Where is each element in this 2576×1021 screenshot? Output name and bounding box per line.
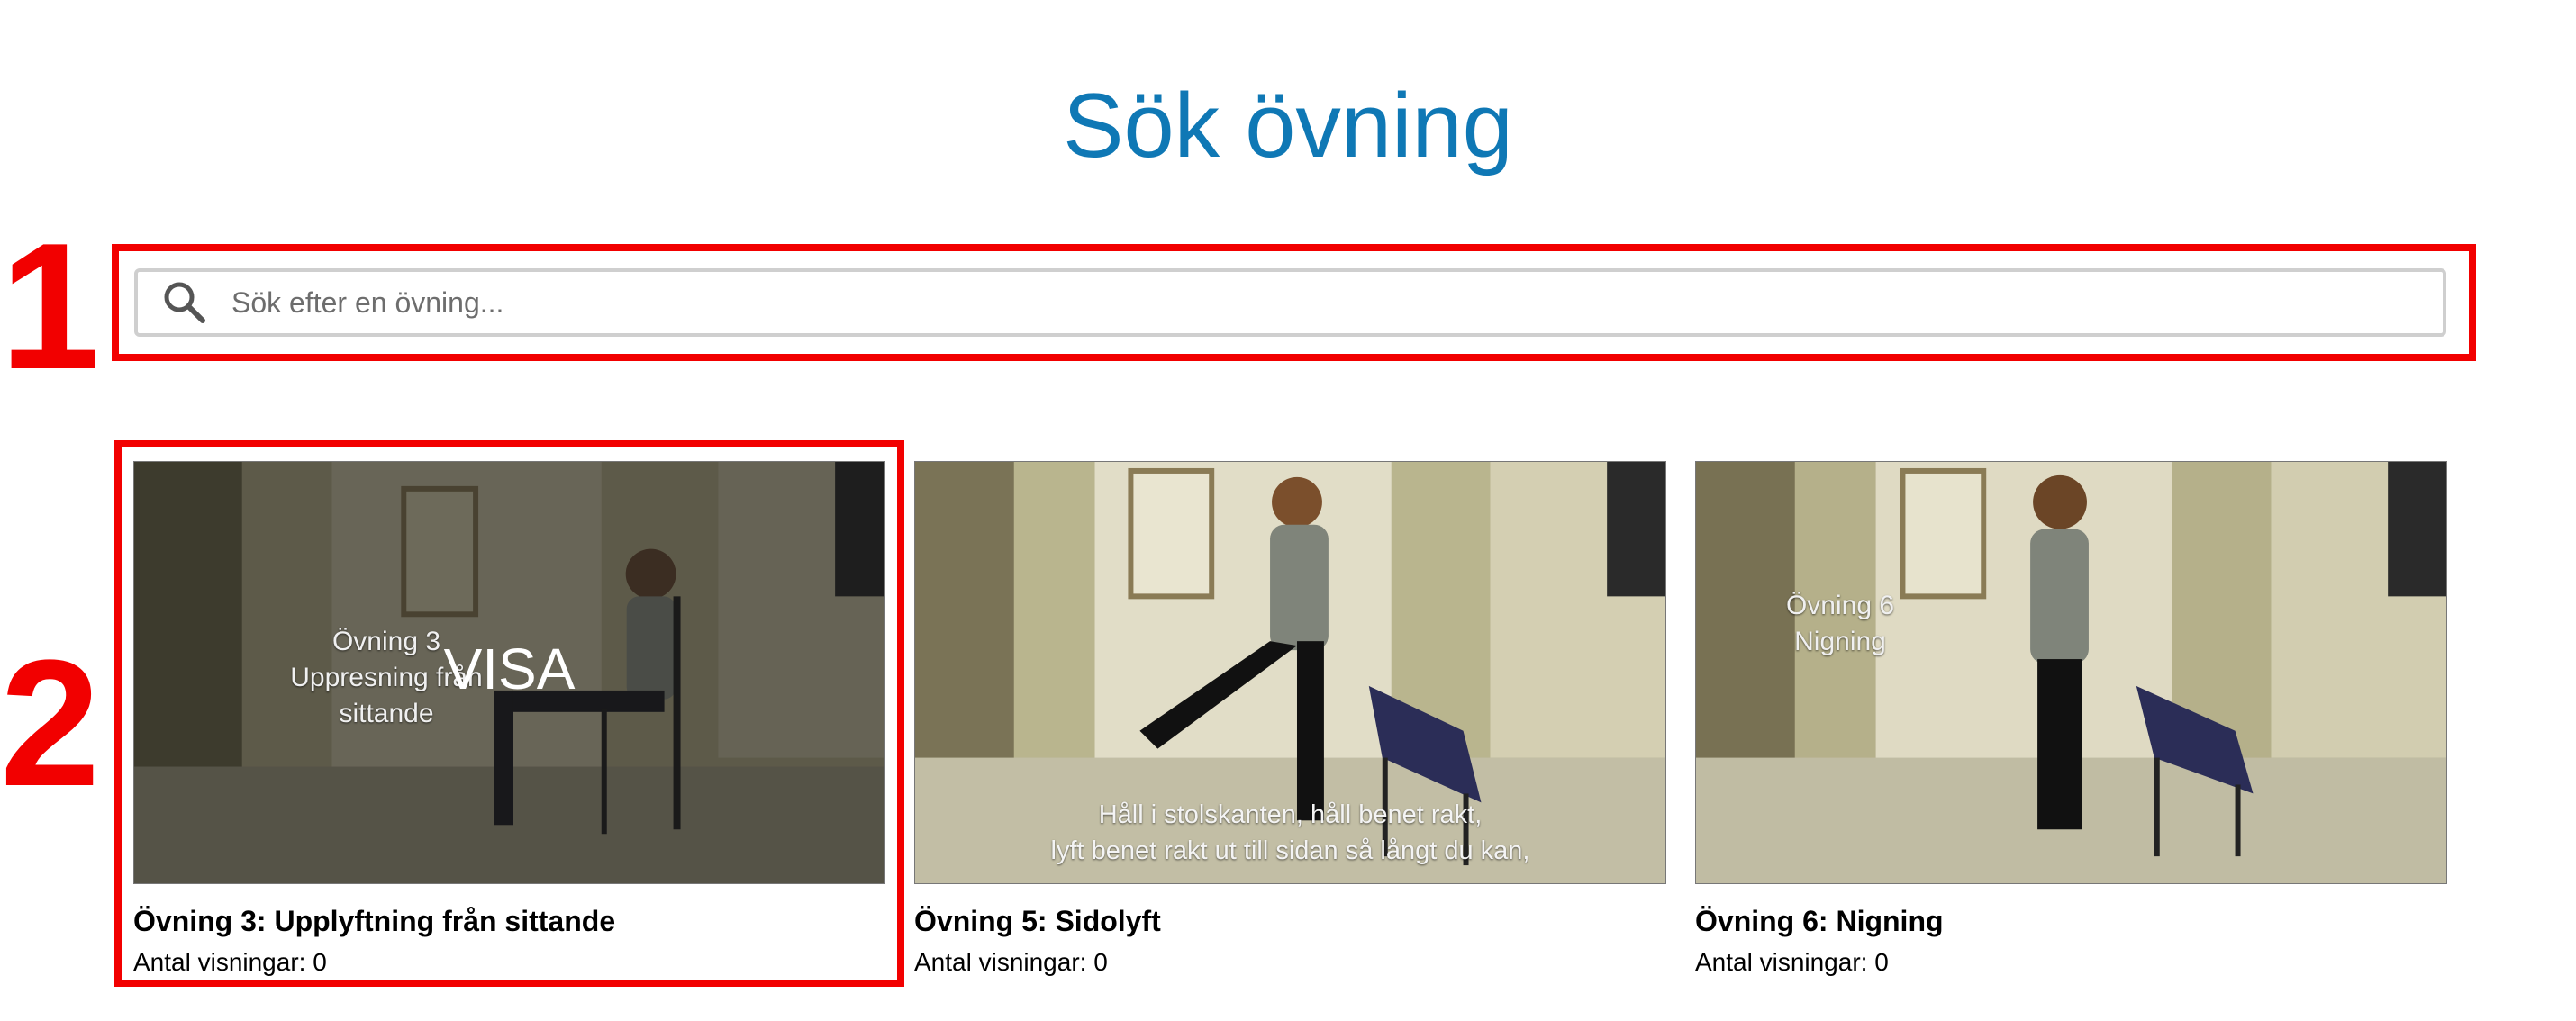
exercise-card[interactable]: Övning 6 Nigning Övning 6: Nigning Antal… [1695, 461, 2447, 978]
view-count: Antal visningar: 0 [914, 948, 1108, 976]
exercise-title[interactable]: Övning 3: Upplyftning från sittande [133, 904, 885, 938]
exercise-card[interactable]: Håll i stolskanten, håll benet rakt, lyf… [914, 461, 1666, 978]
annotation-number-1: 1 [0, 206, 101, 407]
annotation-number-2: 2 [0, 623, 101, 824]
page-title: Sök övning [1063, 76, 1513, 176]
exercise-thumbnail[interactable]: Håll i stolskanten, håll benet rakt, lyf… [914, 461, 1666, 884]
video-still-standing-woman [1696, 462, 2446, 883]
visa-overlay-label[interactable]: VISA [134, 633, 884, 705]
search-bar[interactable] [134, 268, 2446, 337]
search-input[interactable] [230, 275, 2443, 330]
view-count: Antal visningar: 0 [133, 948, 327, 976]
exercise-thumbnail[interactable]: Övning 6 Nigning [1695, 461, 2447, 884]
exercise-title[interactable]: Övning 6: Nigning [1695, 904, 2447, 938]
thumb-caption: Övning 6 Nigning [1785, 591, 1895, 656]
exercise-title[interactable]: Övning 5: Sidolyft [914, 904, 1666, 938]
exercise-card[interactable]: Övning 3 Uppresning från sittande VISA Ö… [133, 461, 885, 978]
view-count: Antal visningar: 0 [1695, 948, 1889, 976]
thumb-subtitle: Håll i stolskanten, håll benet rakt, lyf… [1050, 800, 1530, 865]
exercise-thumbnail[interactable]: Övning 3 Uppresning från sittande VISA [133, 461, 885, 884]
search-icon [164, 282, 205, 323]
